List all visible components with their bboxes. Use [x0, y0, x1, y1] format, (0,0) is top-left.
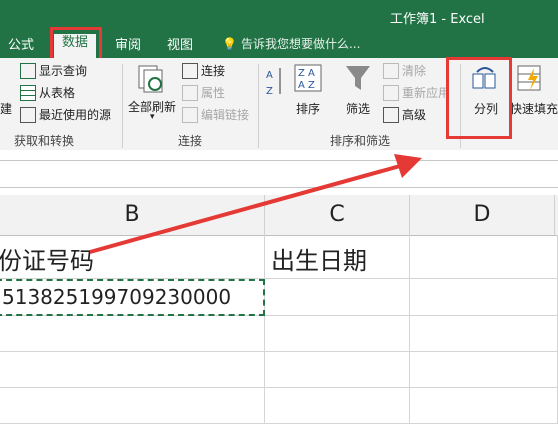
flash-fill-icon	[517, 65, 541, 91]
connections-icon	[182, 62, 198, 79]
group-label-connections: 连接	[178, 134, 203, 148]
cell-c2[interactable]	[265, 279, 410, 316]
column-header-d[interactable]: D	[410, 195, 555, 235]
edit-links-label: 编辑链接	[201, 108, 250, 122]
refresh-all-button[interactable]: 全部刷新 ▾	[126, 62, 178, 128]
clear-filter-icon	[383, 62, 399, 79]
cell-d4[interactable]	[410, 352, 558, 388]
properties-button[interactable]: 属性	[182, 84, 225, 101]
filter-funnel-icon	[346, 66, 370, 90]
group-separator	[258, 64, 259, 148]
cell-d2[interactable]	[410, 279, 558, 316]
sort-label: 排序	[296, 102, 321, 116]
formula-input[interactable]	[0, 160, 558, 188]
connections-button[interactable]: 连接	[182, 62, 225, 79]
cell-c1-text: 出生日期	[271, 247, 367, 275]
show-queries-button[interactable]: 显示查询	[20, 62, 87, 79]
cell-d1[interactable]	[410, 235, 558, 279]
clear-button[interactable]: 清除	[383, 62, 426, 79]
window-title: 工作簿1 - Excel	[390, 12, 485, 27]
from-table-label: 从表格	[39, 86, 76, 100]
copy-marquee	[0, 279, 265, 316]
cell-c1[interactable]: 出生日期	[265, 235, 410, 279]
cell-b5[interactable]	[0, 388, 265, 424]
advanced-label: 高级	[402, 108, 427, 122]
svg-text:Z: Z	[298, 68, 305, 79]
svg-text:Z: Z	[266, 86, 273, 97]
table-grid-icon	[20, 84, 36, 101]
filter-label: 筛选	[346, 102, 371, 116]
column-header-b[interactable]: B	[0, 195, 265, 235]
tab-formulas[interactable]: 公式	[8, 34, 34, 53]
connections-label: 连接	[201, 64, 226, 78]
title-bar: 工作簿1 - Excel	[0, 0, 558, 30]
new-query-partial-label[interactable]: 建	[0, 100, 12, 117]
cell-b1[interactable]: 份证号码	[0, 235, 265, 279]
clear-label: 清除	[402, 64, 427, 78]
reapply-button[interactable]: 重新应用	[383, 84, 450, 101]
from-table-button[interactable]: 从表格	[20, 84, 75, 101]
edit-links-button[interactable]: 编辑链接	[182, 106, 249, 123]
flash-fill-label: 快速填充	[510, 102, 558, 116]
filter-button[interactable]: 筛选	[340, 62, 376, 122]
svg-text:A: A	[298, 80, 305, 91]
svg-text:Z: Z	[308, 80, 315, 91]
recent-sources-icon	[20, 106, 36, 123]
reapply-label: 重新应用	[402, 86, 451, 100]
cell-d5[interactable]	[410, 388, 558, 424]
cell-b3[interactable]	[0, 316, 265, 352]
sort-dialog-icon: Z A A Z	[294, 64, 322, 92]
cell-c5[interactable]	[265, 388, 410, 424]
properties-label: 属性	[201, 86, 226, 100]
cell-b4[interactable]	[0, 352, 265, 388]
tab-review[interactable]: 审阅	[115, 34, 141, 53]
table-icon	[20, 62, 36, 79]
reapply-icon	[383, 84, 399, 101]
cell-b1-text: 份证号码	[0, 247, 94, 275]
sort-button[interactable]: Z A A Z 排序	[292, 62, 326, 122]
flash-fill-button[interactable]: 快速填充	[510, 62, 558, 122]
text-to-columns-highlight	[446, 57, 512, 139]
advanced-button[interactable]: 高级	[383, 106, 426, 123]
svg-text:A: A	[308, 68, 315, 79]
show-queries-label: 显示查询	[39, 64, 88, 78]
column-headers: B C D	[0, 195, 558, 236]
svg-text:A: A	[266, 70, 273, 81]
group-label-sort-filter: 排序和筛选	[330, 134, 391, 148]
formula-bar-area	[0, 150, 558, 195]
tell-me-text: 告诉我您想要做什么...	[240, 37, 361, 51]
refresh-all-icon	[138, 65, 163, 93]
group-separator	[122, 64, 123, 148]
tab-view[interactable]: 视图	[167, 34, 193, 53]
worksheet-grid: 份证号码 出生日期 513825199709230000	[0, 235, 558, 424]
advanced-filter-icon	[383, 106, 399, 123]
recent-sources-button[interactable]: 最近使用的源	[20, 106, 111, 123]
edit-links-icon	[182, 106, 198, 123]
recent-sources-label: 最近使用的源	[39, 108, 112, 122]
cell-c4[interactable]	[265, 352, 410, 388]
group-label-get-transform: 获取和转换	[14, 134, 75, 148]
column-header-c[interactable]: C	[265, 195, 410, 235]
chevron-down-icon[interactable]: ▾	[150, 112, 155, 122]
tell-me-search[interactable]: 💡 告诉我您想要做什么...	[222, 35, 360, 52]
cell-d3[interactable]	[410, 316, 558, 352]
lightbulb-icon: 💡	[222, 37, 237, 51]
data-tab-highlight	[50, 27, 102, 61]
sort-az-icon[interactable]: A Z	[264, 64, 286, 104]
properties-icon	[182, 84, 198, 101]
cell-c3[interactable]	[265, 316, 410, 352]
